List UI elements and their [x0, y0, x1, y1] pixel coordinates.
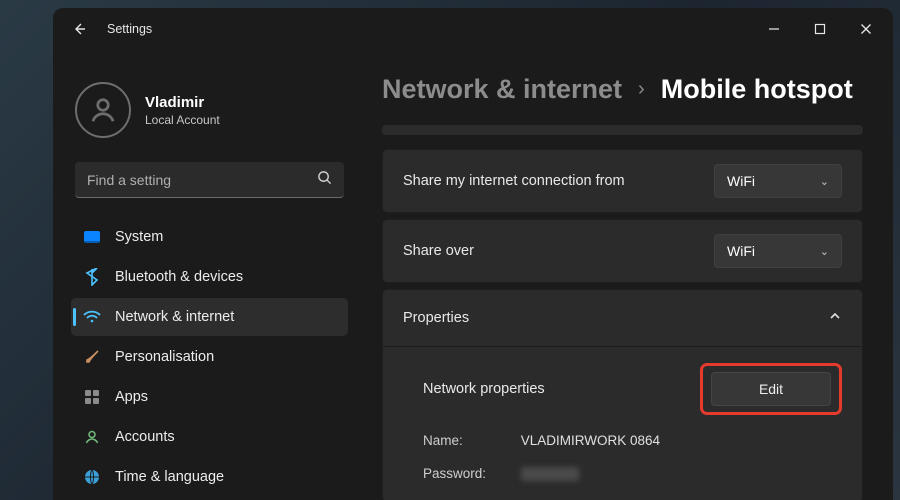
brush-icon	[83, 348, 101, 366]
share-from-row: Share my internet connection from WiFi ⌄	[382, 149, 863, 213]
network-properties-label: Network properties	[423, 381, 700, 397]
name-value: VLADIMIRWORK 0864	[521, 433, 660, 448]
sidebar-item-label: System	[115, 229, 163, 245]
share-over-label: Share over	[403, 243, 714, 259]
apps-icon	[83, 388, 101, 406]
bluetooth-icon	[83, 268, 101, 286]
chevron-up-icon	[828, 309, 842, 327]
name-key: Name:	[423, 433, 517, 448]
profile-name: Vladimir	[145, 94, 220, 111]
properties-header-label: Properties	[403, 310, 469, 326]
close-button[interactable]	[843, 12, 889, 46]
sidebar-item-label: Time & language	[115, 469, 224, 485]
page-title: Mobile hotspot	[661, 74, 853, 105]
chevron-right-icon: ›	[638, 78, 645, 101]
breadcrumb-parent[interactable]: Network & internet	[382, 74, 622, 105]
profile-sub: Local Account	[145, 113, 220, 127]
search-field[interactable]	[87, 172, 317, 188]
person-icon	[83, 428, 101, 446]
properties-body: Network properties Edit Name: VLADIMIRWO…	[383, 346, 862, 500]
edit-button-label: Edit	[759, 381, 783, 397]
sidebar-item-apps[interactable]: Apps	[71, 378, 348, 416]
main-content: Network & internet › Mobile hotspot Shar…	[358, 50, 893, 500]
sidebar-item-label: Bluetooth & devices	[115, 269, 243, 285]
sidebar-item-accounts[interactable]: Accounts	[71, 418, 348, 456]
settings-window: Settings Vladimir Local Account	[53, 8, 893, 500]
titlebar: Settings	[53, 8, 893, 50]
wifi-icon	[83, 308, 101, 326]
edit-button[interactable]: Edit	[711, 372, 831, 406]
breadcrumb: Network & internet › Mobile hotspot	[382, 74, 863, 105]
profile-block[interactable]: Vladimir Local Account	[71, 68, 348, 158]
dropdown-value: WiFi	[727, 173, 755, 189]
dropdown-value: WiFi	[727, 243, 755, 259]
share-from-dropdown[interactable]: WiFi ⌄	[714, 164, 842, 198]
minimize-button[interactable]	[751, 12, 797, 46]
network-password-row: Password:	[423, 466, 842, 481]
back-button[interactable]	[71, 21, 89, 37]
properties-section: Properties Network properties Edit	[382, 289, 863, 500]
properties-header[interactable]: Properties	[383, 290, 862, 346]
sidebar: Vladimir Local Account System	[53, 50, 358, 500]
sidebar-item-system[interactable]: System	[71, 218, 348, 256]
share-from-label: Share my internet connection from	[403, 173, 714, 189]
sidebar-nav: System Bluetooth & devices Network & int…	[71, 218, 348, 496]
sidebar-item-label: Network & internet	[115, 309, 234, 325]
search-icon	[317, 170, 332, 190]
sidebar-item-network[interactable]: Network & internet	[71, 298, 348, 336]
globe-icon	[83, 468, 101, 486]
sidebar-item-label: Accounts	[115, 429, 175, 445]
display-icon	[83, 228, 101, 246]
share-over-dropdown[interactable]: WiFi ⌄	[714, 234, 842, 268]
network-name-row: Name: VLADIMIRWORK 0864	[423, 433, 842, 448]
password-key: Password:	[423, 466, 517, 481]
sidebar-item-personalisation[interactable]: Personalisation	[71, 338, 348, 376]
collapsed-row[interactable]	[382, 125, 863, 135]
chevron-down-icon: ⌄	[820, 245, 829, 258]
share-over-row: Share over WiFi ⌄	[382, 219, 863, 283]
avatar	[75, 82, 131, 138]
password-value-obscured	[521, 467, 579, 481]
maximize-button[interactable]	[797, 12, 843, 46]
window-title: Settings	[107, 22, 152, 36]
sidebar-item-bluetooth[interactable]: Bluetooth & devices	[71, 258, 348, 296]
search-input[interactable]	[75, 162, 344, 198]
sidebar-item-label: Personalisation	[115, 349, 214, 365]
window-controls	[751, 12, 889, 46]
chevron-down-icon: ⌄	[820, 175, 829, 188]
edit-highlight: Edit	[700, 363, 842, 415]
sidebar-item-label: Apps	[115, 389, 148, 405]
sidebar-item-time-language[interactable]: Time & language	[71, 458, 348, 496]
